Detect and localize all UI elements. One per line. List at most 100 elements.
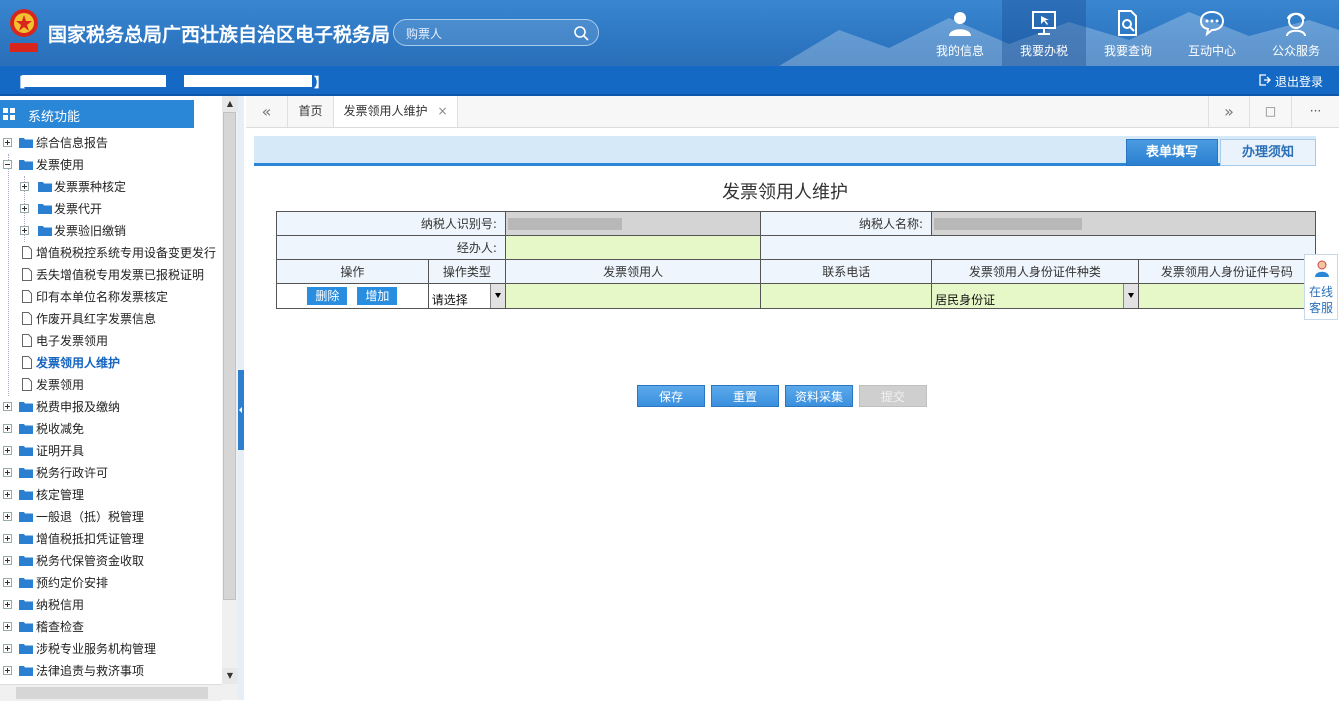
expand-icon[interactable] (20, 182, 29, 191)
tree-node[interactable]: 稽查检查 (0, 616, 222, 638)
expand-icon[interactable] (3, 468, 12, 477)
tree-node[interactable]: 税务代保管资金收取 (0, 550, 222, 572)
nav-interaction[interactable]: 互动中心 (1170, 0, 1254, 66)
dropdown-arrow-icon[interactable] (1122, 284, 1138, 308)
expand-icon[interactable] (3, 424, 12, 433)
submit-button[interactable]: 提交 (859, 385, 927, 407)
close-tab-icon[interactable]: × (437, 104, 447, 118)
reset-button[interactable]: 重置 (711, 385, 779, 407)
folder-icon (19, 666, 33, 676)
expand-icon[interactable] (3, 556, 12, 565)
tree-node-selected[interactable]: 发票领用人维护 (0, 352, 222, 374)
tree-node[interactable]: 税费申报及缴纳 (0, 396, 222, 418)
tree-node[interactable]: 发票验旧缴销 (0, 220, 222, 242)
tree-node[interactable]: 发票领用 (0, 374, 222, 396)
tree-node[interactable]: 核定管理 (0, 484, 222, 506)
expand-icon[interactable] (3, 534, 12, 543)
tree-node[interactable]: 作废开具红字发票信息 (0, 308, 222, 330)
scroll-down-icon[interactable]: ▼ (222, 668, 238, 684)
expand-icon[interactable] (3, 600, 12, 609)
expand-icon[interactable] (3, 138, 12, 147)
tab-current-label: 发票领用人维护 (343, 104, 428, 118)
online-service-button[interactable]: 在线 客服 (1304, 254, 1338, 320)
tree-node[interactable]: 丢失增值税专用发票已报税证明 (0, 264, 222, 286)
agent-input[interactable] (504, 235, 762, 260)
sidebar-scrollbar[interactable]: ▲ ▼ (222, 96, 238, 700)
nav-handle-tax[interactable]: 我要办税 (1002, 0, 1086, 66)
operation-type-select[interactable]: 请选择 (427, 283, 506, 309)
tree-node[interactable]: 税务行政许可 (0, 462, 222, 484)
id-type-select[interactable]: 居民身份证 (931, 283, 1139, 309)
tree-node[interactable]: 印有本单位名称发票核定 (0, 286, 222, 308)
sidebar-collapse-handle[interactable] (238, 96, 244, 700)
tax-emblem-logo (10, 9, 38, 52)
save-button[interactable]: 保存 (637, 385, 705, 407)
tree-node[interactable]: 涉税专业服务机构管理 (0, 638, 222, 660)
tree-node[interactable]: 预约定价安排 (0, 572, 222, 594)
tree-node[interactable]: 增值税抵扣凭证管理 (0, 528, 222, 550)
service-person-icon (1286, 12, 1306, 37)
collapse-icon[interactable] (3, 160, 12, 169)
collect-data-button[interactable]: 资料采集 (785, 385, 853, 407)
add-button[interactable]: 增加 (357, 287, 398, 305)
tab-scroll-right-icon[interactable]: » (1208, 96, 1250, 127)
dropdown-arrow-icon[interactable] (489, 284, 505, 308)
logout-link[interactable]: 退出登录 (1259, 73, 1323, 90)
search-input[interactable] (404, 23, 568, 44)
expand-icon[interactable] (3, 446, 12, 455)
tab-invoice-recipient[interactable]: 发票领用人维护 × (334, 96, 458, 127)
nav-public-service[interactable]: 公众服务 (1254, 0, 1338, 66)
nav-label: 我的信息 (935, 44, 984, 58)
form-tab-strip: 表单填写 办理须知 (254, 136, 1316, 166)
tree-node[interactable]: 增值税税控系统专用设备变更发行 (0, 242, 222, 264)
phone-input[interactable] (760, 283, 933, 309)
expand-icon[interactable] (20, 204, 29, 213)
tree-node[interactable]: 发票代开 (0, 198, 222, 220)
tree-node[interactable]: 税收减免 (0, 418, 222, 440)
scroll-up-icon[interactable]: ▲ (222, 96, 238, 112)
expand-icon[interactable] (3, 644, 12, 653)
collapse-arrow-icon[interactable] (238, 370, 244, 450)
sidebar-horizontal-scrollbar[interactable] (0, 684, 222, 701)
tab-notice[interactable]: 办理须知 (1220, 139, 1316, 166)
tree-node[interactable]: 法律追责与救济事项 (0, 660, 222, 682)
expand-icon[interactable] (3, 622, 12, 631)
tree-node[interactable]: 综合信息报告 (0, 132, 222, 154)
tree-node[interactable]: 证明开具 (0, 440, 222, 462)
nav-query[interactable]: 我要查询 (1086, 0, 1170, 66)
col-header-operation-type: 操作类型 (427, 259, 506, 284)
expand-icon[interactable] (3, 512, 12, 521)
tree-node[interactable]: 发票票种核定 (0, 176, 222, 198)
redacted-value (507, 218, 622, 230)
search-box[interactable] (393, 19, 599, 46)
scrollbar-thumb[interactable] (223, 112, 236, 600)
tree-node-label: 税务代保管资金收取 (36, 554, 145, 568)
expand-icon[interactable] (3, 666, 12, 675)
tree-node[interactable]: 一般退（抵）税管理 (0, 506, 222, 528)
logout-label: 退出登录 (1274, 75, 1323, 89)
expand-icon[interactable] (3, 490, 12, 499)
tab-scroll-left-icon[interactable]: « (246, 96, 288, 127)
nav-my-info[interactable]: 我的信息 (918, 0, 1002, 66)
maximize-icon[interactable]: □ (1250, 96, 1292, 127)
folder-icon (19, 622, 33, 632)
expand-icon[interactable] (20, 226, 29, 235)
tab-bar: « 首页 发票领用人维护 × » □ ··· (246, 96, 1339, 128)
more-options-icon[interactable]: ··· (1292, 96, 1339, 127)
tab-form-fill[interactable]: 表单填写 (1126, 139, 1218, 166)
tree-node[interactable]: 发票使用 (0, 154, 222, 176)
tree-node[interactable]: 电子发票领用 (0, 330, 222, 352)
horizontal-scrollbar-thumb[interactable] (16, 687, 208, 699)
tree-node[interactable]: 纳税信用 (0, 594, 222, 616)
expand-icon[interactable] (3, 578, 12, 587)
online-service-label-1: 在线 (1308, 285, 1333, 299)
search-icon[interactable] (573, 25, 589, 41)
id-number-input[interactable] (1137, 283, 1317, 309)
tree-node-label: 作废开具红字发票信息 (36, 312, 157, 326)
folder-icon (19, 600, 33, 610)
tab-home[interactable]: 首页 (288, 96, 334, 127)
expand-icon[interactable] (3, 402, 12, 411)
delete-button[interactable]: 删除 (307, 287, 348, 305)
recipient-name-input[interactable] (504, 283, 762, 309)
sidebar: 系统功能 综合信息报告 发票使用 发票票种核定 发票代开 发票验旧缴销 增值税税… (0, 96, 222, 700)
